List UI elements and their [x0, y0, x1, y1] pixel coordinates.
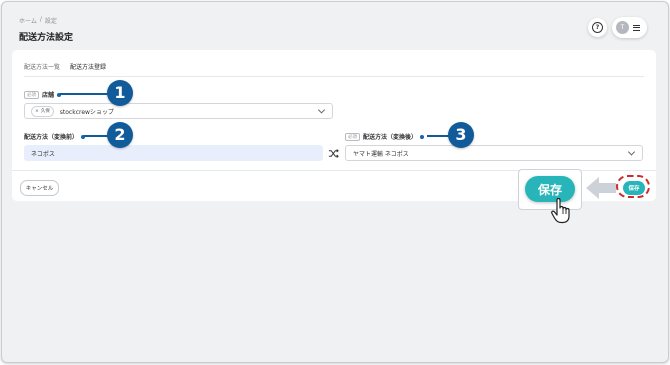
required-badge: 必須	[24, 90, 39, 99]
before-label-row: 配送方法（変換前）	[24, 132, 86, 141]
tab-bar: 配送方法一覧 配送方法登録	[24, 62, 107, 77]
tab-shipping-method-list[interactable]: 配送方法一覧	[24, 62, 60, 77]
store-select[interactable]: × 久保 stockcrewショップ	[24, 103, 333, 119]
before-input-value: ネコポス	[31, 150, 55, 158]
callout-3: 3	[448, 122, 474, 148]
breadcrumb-settings[interactable]: 設定	[45, 16, 57, 25]
help-icon: ?	[592, 22, 603, 33]
callout-line-2	[84, 135, 108, 137]
help-button[interactable]: ?	[588, 18, 607, 37]
save-button[interactable]: 保存	[623, 181, 645, 195]
chip-remove-icon[interactable]: ×	[35, 109, 39, 114]
user-menu-button[interactable]: T	[612, 17, 647, 38]
page-title: 配送方法設定	[19, 33, 74, 43]
menu-icon	[633, 24, 640, 31]
before-label: 配送方法（変換前）	[24, 134, 79, 141]
required-badge: 必須	[345, 132, 360, 141]
tab-divider	[24, 76, 644, 77]
callout-2: 2	[107, 122, 133, 148]
breadcrumb-separator: /	[39, 16, 42, 23]
callout-1: 1	[107, 80, 133, 106]
avatar: T	[616, 21, 629, 34]
after-select[interactable]: ヤマト運輸 ネコポス	[345, 145, 643, 161]
after-label: 配送方法（変換後）	[363, 134, 418, 141]
after-select-value: ヤマト運輸 ネコポス	[353, 150, 409, 158]
store-select-value: stockcrewショップ	[59, 108, 114, 116]
breadcrumb-home[interactable]: ホーム	[19, 16, 37, 25]
breadcrumb: ホーム / 設定	[19, 16, 57, 25]
pointer-hand-icon	[551, 198, 570, 224]
store-chip[interactable]: × 久保	[31, 105, 54, 117]
store-label: 店舗	[42, 92, 55, 99]
app-window: ホーム / 設定 配送方法設定 ? T 配送方法一覧 配送方法登録 必須 店舗 …	[1, 1, 669, 363]
cancel-button[interactable]: キャンセル	[20, 180, 59, 196]
callout-line-1	[60, 93, 108, 95]
before-input[interactable]: ネコポス	[24, 145, 323, 161]
chevron-down-icon	[627, 148, 636, 156]
callout-anchor-dot	[420, 134, 425, 139]
callout-line-3	[427, 135, 449, 137]
after-label-row: 必須 配送方法（変換後）	[345, 132, 425, 141]
shuffle-icon[interactable]	[328, 148, 339, 159]
arrow-left-icon	[586, 177, 616, 199]
chevron-down-icon	[317, 106, 326, 114]
tab-shipping-method-register[interactable]: 配送方法登録	[70, 62, 107, 77]
store-label-row: 必須 店舗	[24, 90, 62, 99]
chip-label: 久保	[40, 109, 50, 114]
